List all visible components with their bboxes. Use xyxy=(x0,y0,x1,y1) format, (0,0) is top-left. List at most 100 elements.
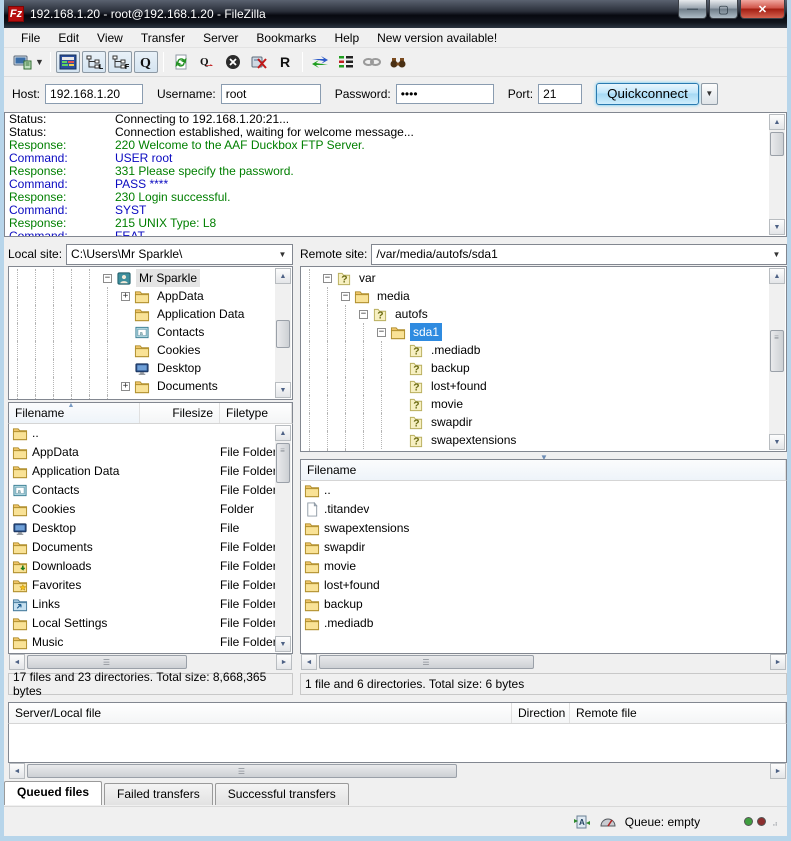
tab-queued-files[interactable]: Queued files xyxy=(4,781,102,805)
file-row-movie[interactable]: movie xyxy=(301,557,786,576)
scroll-left-icon[interactable]: ◄ xyxy=(9,654,25,670)
tree-item-documents[interactable]: + Documents xyxy=(9,377,275,395)
chevron-down-icon[interactable]: ▼ xyxy=(769,247,784,262)
tree-item-label[interactable]: Downloads xyxy=(154,395,219,400)
tree-item-label[interactable]: swapdir xyxy=(428,413,475,431)
file-row-swapdir[interactable]: swapdir xyxy=(301,538,786,557)
tree-item-cookies[interactable]: Cookies xyxy=(9,341,275,359)
scroll-up-icon[interactable]: ▲ xyxy=(769,268,785,284)
tree-item-var[interactable]: −?var xyxy=(301,269,769,287)
remote-tree-scrollbar[interactable]: ▲ ≡ ▼ xyxy=(769,268,785,450)
menu-item-server[interactable]: Server xyxy=(194,29,247,47)
scroll-left-icon[interactable]: ◄ xyxy=(9,763,25,779)
tree-item-label[interactable]: media xyxy=(374,287,413,305)
collapse-icon[interactable]: − xyxy=(103,274,112,283)
tree-item-label[interactable]: movie xyxy=(428,395,466,413)
file-row-downloads[interactable]: DownloadsFile Folder xyxy=(9,557,275,576)
remote-tree-toggle-icon[interactable]: F xyxy=(108,51,132,73)
remote-hscrollbar[interactable]: ◄ ☰ ► xyxy=(301,654,786,670)
expand-icon[interactable]: + xyxy=(121,382,130,391)
tree-item-label[interactable]: Desktop xyxy=(154,359,204,377)
tree-item-label[interactable]: autofs xyxy=(392,305,431,323)
chevron-down-icon[interactable]: ▼ xyxy=(35,57,44,67)
password-input[interactable] xyxy=(396,84,494,104)
site-manager-icon[interactable]: ▼ xyxy=(11,51,45,73)
remote-site-combo[interactable]: /var/media/autofs/sda1▼ xyxy=(371,244,787,265)
file-row-appdata[interactable]: AppDataFile Folder xyxy=(9,443,275,462)
queue-toggle-icon[interactable]: Q xyxy=(134,51,158,73)
tree-item-label[interactable]: AppData xyxy=(154,287,207,305)
tree-item-label[interactable]: backup xyxy=(428,359,473,377)
tree-item-label[interactable]: Cookies xyxy=(154,341,203,359)
scroll-up-icon[interactable]: ▲ xyxy=(275,268,291,284)
search-icon[interactable] xyxy=(386,51,410,73)
menu-item-transfer[interactable]: Transfer xyxy=(132,29,194,47)
tree-item-autofs[interactable]: −?autofs xyxy=(301,305,769,323)
message-log-toggle-icon[interactable] xyxy=(56,51,80,73)
tree-item--mediadb[interactable]: ?.mediadb xyxy=(301,341,769,359)
tree-item-movie[interactable]: ?movie xyxy=(301,395,769,413)
file-row-local-settings[interactable]: Local SettingsFile Folder xyxy=(9,614,275,633)
scroll-right-icon[interactable]: ► xyxy=(770,654,786,670)
port-input[interactable] xyxy=(538,84,582,104)
local-tree-scrollbar[interactable]: ▲ ▼ xyxy=(275,268,291,398)
scroll-up-icon[interactable]: ▲ xyxy=(769,114,785,130)
quickconnect-dropdown[interactable]: ▼ xyxy=(701,83,718,105)
scroll-down-icon[interactable]: ▼ xyxy=(275,636,291,652)
tree-item-desktop[interactable]: Desktop xyxy=(9,359,275,377)
tree-item-backup[interactable]: ?backup xyxy=(301,359,769,377)
username-input[interactable] xyxy=(221,84,321,104)
remote-file-list[interactable]: ...titandevswapextensionsswapdirmovielos… xyxy=(300,481,787,654)
menu-item-new-version-available[interactable]: New version available! xyxy=(368,29,506,47)
tree-item-mr-sparkle[interactable]: −Mr Sparkle xyxy=(9,269,275,287)
tree-item-label[interactable]: swapextensions xyxy=(428,431,519,449)
queue-hscrollbar[interactable]: ◄ ☰ ► xyxy=(9,763,786,779)
file-row--mediadb[interactable]: .mediadb xyxy=(301,614,786,633)
speed-limits-icon[interactable] xyxy=(599,814,617,830)
tree-item-swapdir[interactable]: ?swapdir xyxy=(301,413,769,431)
file-row-contacts[interactable]: aContactsFile Folder xyxy=(9,481,275,500)
column-filename[interactable]: ▲ Filename xyxy=(9,403,140,423)
scroll-right-icon[interactable]: ► xyxy=(770,763,786,779)
tree-item-label[interactable]: dvd xyxy=(392,449,417,452)
tree-item-label[interactable]: Contacts xyxy=(154,323,207,341)
close-button[interactable]: ✕ xyxy=(740,0,785,19)
collapse-icon[interactable]: − xyxy=(341,292,350,301)
cancel-icon[interactable] xyxy=(221,51,245,73)
tab-failed-transfers[interactable]: Failed transfers xyxy=(104,783,213,805)
scroll-up-icon[interactable]: ▲ xyxy=(275,425,291,441)
expand-icon[interactable]: + xyxy=(121,292,130,301)
local-site-combo[interactable]: C:\Users\Mr Sparkle\▼ xyxy=(66,244,293,265)
host-input[interactable] xyxy=(45,84,143,104)
tree-item-dvd[interactable]: ?dvd xyxy=(301,449,769,452)
tree-item-label[interactable]: Application Data xyxy=(154,305,247,323)
tree-item-contacts[interactable]: aContacts xyxy=(9,323,275,341)
file-row-cookies[interactable]: CookiesFolder xyxy=(9,500,275,519)
tree-item-label[interactable]: var xyxy=(356,269,379,287)
tree-item-lost-found[interactable]: ?lost+found xyxy=(301,377,769,395)
local-list-header[interactable]: ▲ Filename Filesize Filetype xyxy=(8,402,293,424)
scroll-down-icon[interactable]: ▼ xyxy=(769,434,785,450)
minimize-button[interactable]: — xyxy=(678,0,707,19)
disconnect-icon[interactable] xyxy=(247,51,271,73)
directory-filter-icon[interactable] xyxy=(334,51,358,73)
tree-item-swapextensions[interactable]: ?swapextensions xyxy=(301,431,769,449)
collapse-icon[interactable]: − xyxy=(377,328,386,337)
tab-successful-transfers[interactable]: Successful transfers xyxy=(215,783,349,805)
maximize-button[interactable]: ▢ xyxy=(709,0,738,19)
tree-item-label[interactable]: Documents xyxy=(154,377,221,395)
local-tree-toggle-icon[interactable]: L xyxy=(82,51,106,73)
file-row-links[interactable]: LinksFile Folder xyxy=(9,595,275,614)
file-row-lost-found[interactable]: lost+found xyxy=(301,576,786,595)
tree-item-label[interactable]: sda1 xyxy=(410,323,442,341)
chevron-down-icon[interactable]: ▼ xyxy=(275,247,290,262)
scroll-down-icon[interactable]: ▼ xyxy=(769,219,785,235)
file-row-application-data[interactable]: Application DataFile Folder xyxy=(9,462,275,481)
tree-item-application-data[interactable]: Application Data xyxy=(9,305,275,323)
column-remote-file[interactable]: Remote file xyxy=(570,703,786,723)
local-file-list[interactable]: ..AppDataFile FolderApplication DataFile… xyxy=(8,424,293,654)
menu-item-help[interactable]: Help xyxy=(325,29,368,47)
reconnect-icon[interactable]: R xyxy=(273,51,297,73)
tree-item-media[interactable]: − media xyxy=(301,287,769,305)
tree-item-downloads[interactable]: +Downloads xyxy=(9,395,275,400)
